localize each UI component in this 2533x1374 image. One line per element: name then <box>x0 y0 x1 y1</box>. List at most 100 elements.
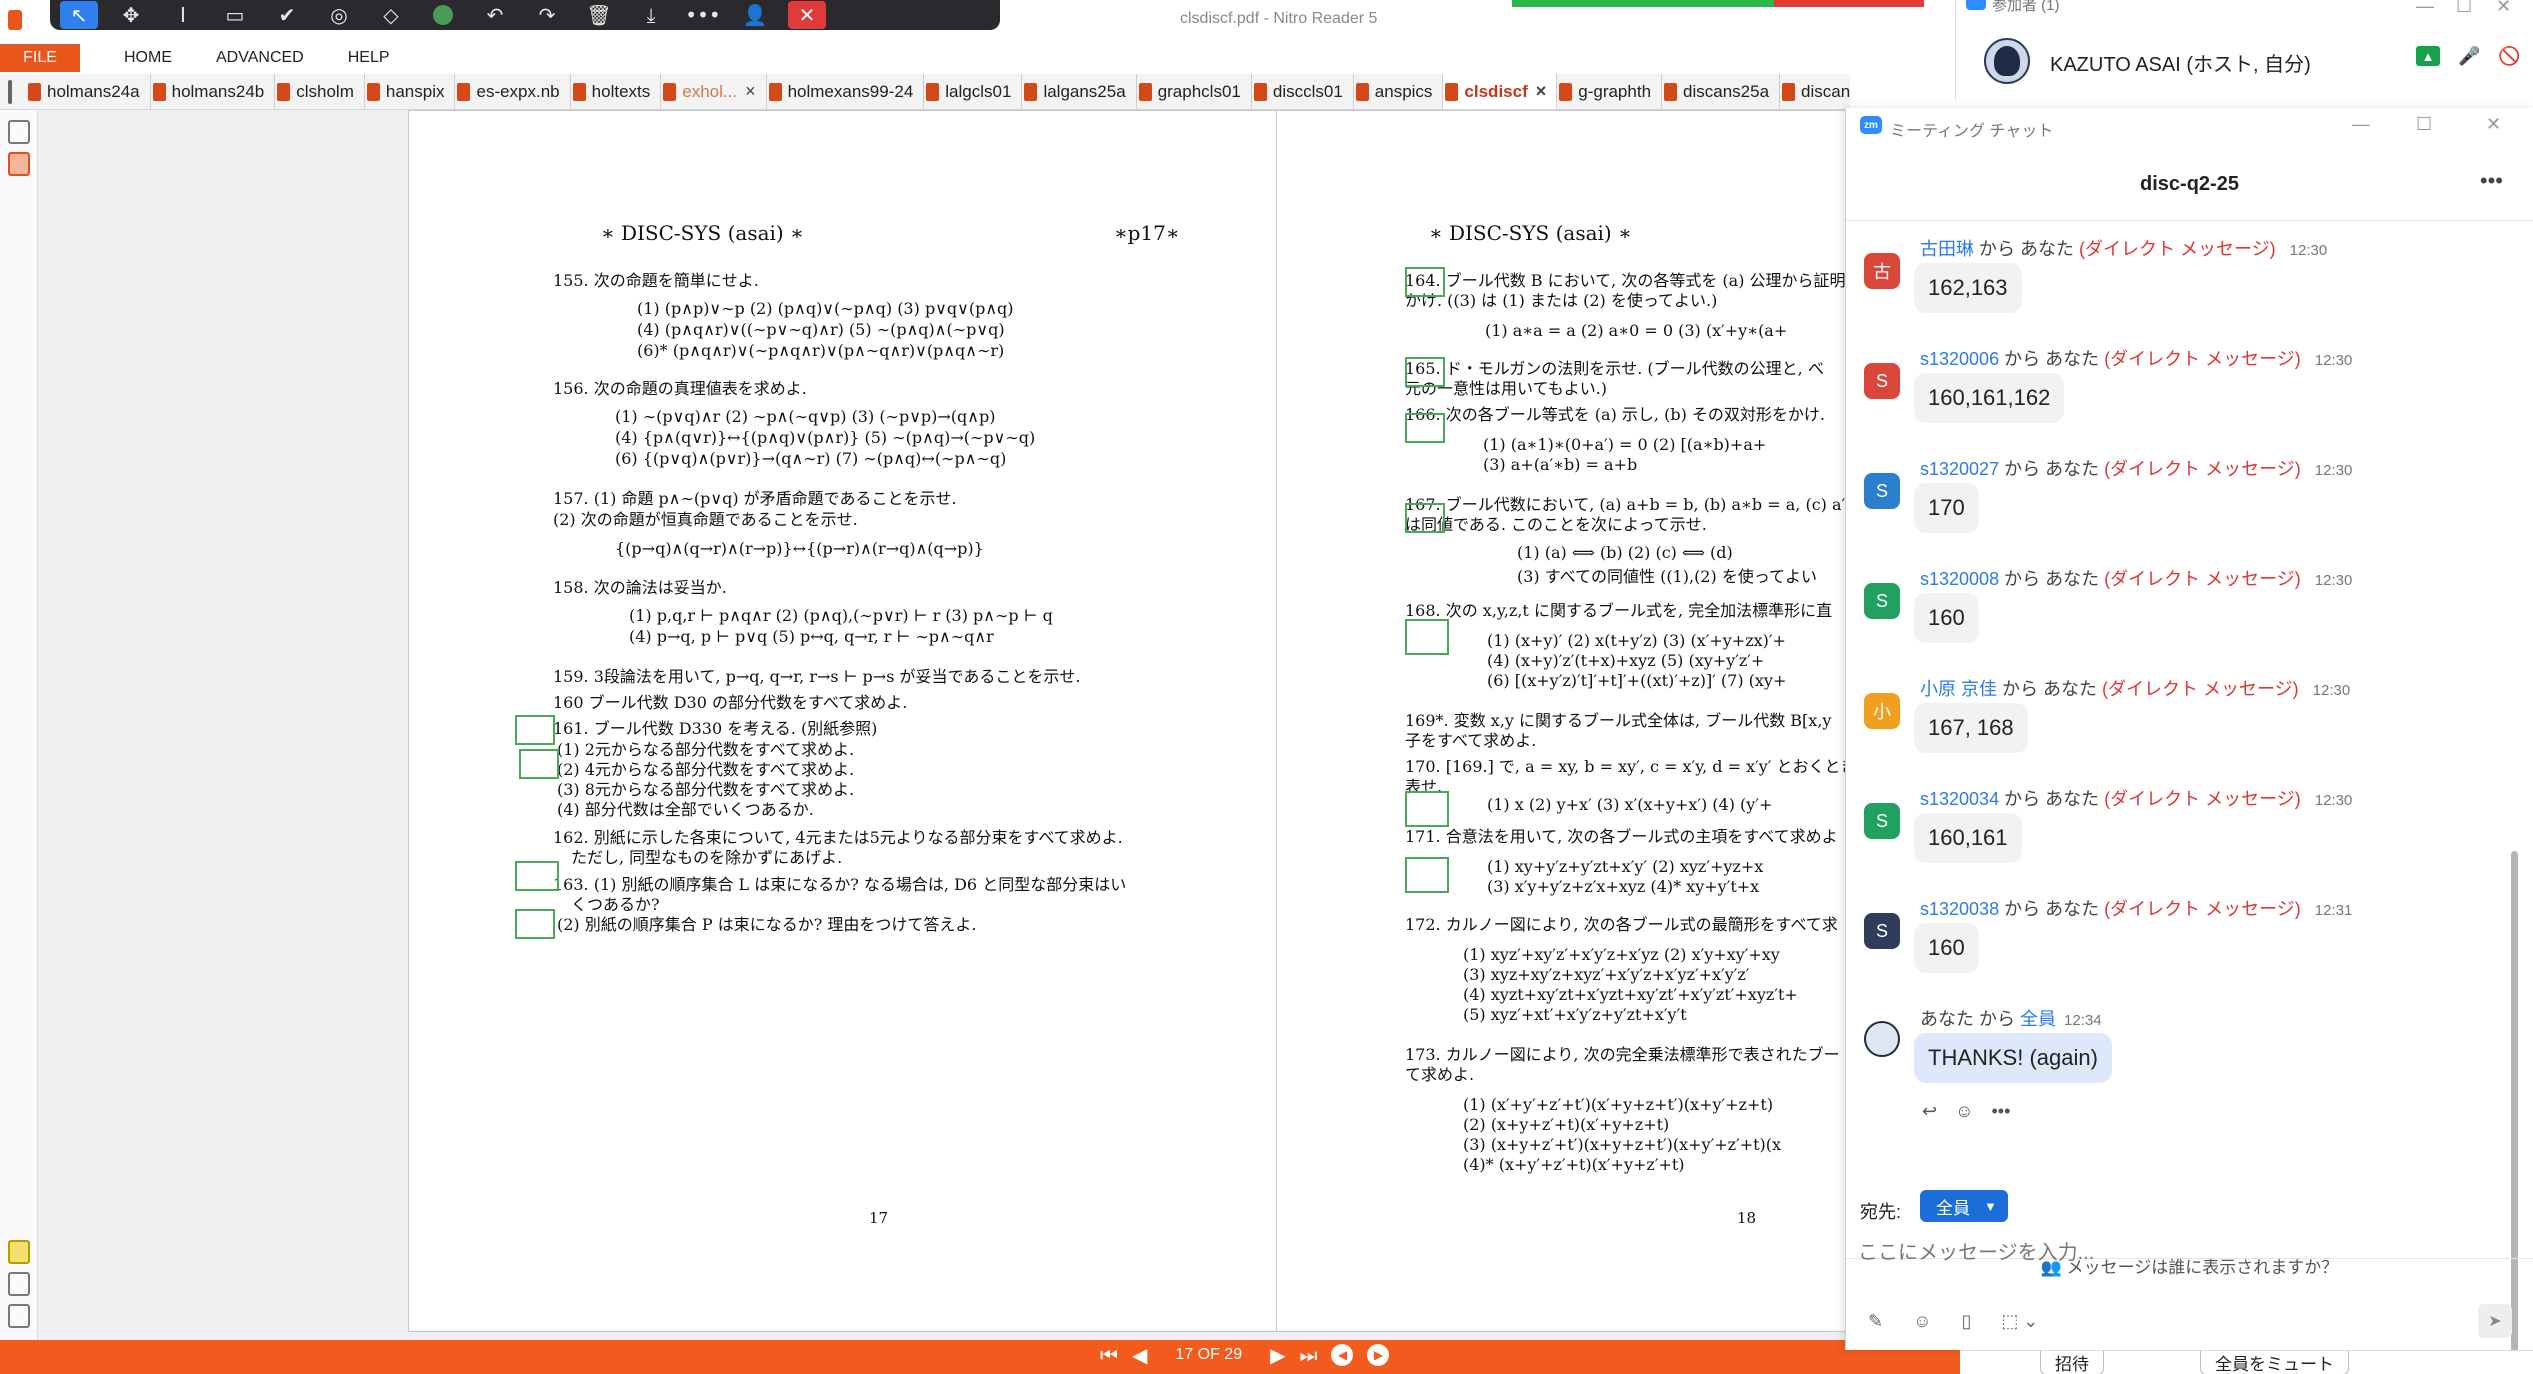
menu-help[interactable]: HELP <box>348 49 390 67</box>
tab-document[interactable]: holtexts <box>571 74 662 109</box>
eraser-icon[interactable]: ◇ <box>372 1 410 29</box>
sender-name[interactable]: 小原 京佳 <box>1920 679 1997 699</box>
close-window-icon[interactable]: ✕ <box>2496 0 2511 17</box>
attachments-panel-icon[interactable] <box>8 1272 30 1296</box>
annotation-box[interactable] <box>1405 357 1445 387</box>
message-bubble[interactable]: 167, 168 <box>1914 703 2028 753</box>
tab-document[interactable]: es-expx.nb <box>455 74 571 109</box>
trash-icon[interactable]: 🗑 <box>580 1 618 29</box>
sender-name[interactable]: s1320038 <box>1920 899 1999 919</box>
tab-document[interactable]: clsholm <box>275 74 365 109</box>
message-bubble[interactable]: 160,161 <box>1914 813 2022 863</box>
invite-button[interactable]: 招待 <box>2040 1351 2104 1374</box>
tab-document[interactable]: holmans24b <box>151 74 276 109</box>
text-cursor-icon[interactable]: I <box>164 1 202 29</box>
tab-document[interactable]: exhol... × <box>661 74 767 109</box>
back-view-icon[interactable]: ◀ <box>1331 1344 1354 1366</box>
menu-advanced[interactable]: ADVANCED <box>216 49 304 67</box>
select-arrow-icon[interactable]: ↖ <box>60 1 98 29</box>
reply-icon[interactable]: ↩ <box>1922 1101 1937 1122</box>
message-bubble[interactable]: 160,161,162 <box>1914 373 2065 423</box>
tab-document[interactable]: hanspix <box>365 74 456 109</box>
tab-document[interactable]: graphcls01 <box>1137 74 1252 109</box>
tab-document[interactable]: holmexans99-24 <box>767 74 925 109</box>
send-icon[interactable]: ➤ <box>2478 1304 2512 1338</box>
camera-off-icon[interactable]: 🚫 <box>2498 46 2520 67</box>
user-icon[interactable]: 👤 <box>736 1 774 29</box>
color-dot-icon[interactable] <box>424 1 462 29</box>
annotation-box[interactable] <box>519 749 559 779</box>
tab-document-active[interactable]: clsdiscf × <box>1443 74 1558 109</box>
tab-close-icon[interactable]: × <box>745 81 756 102</box>
format-icon[interactable]: ✎ <box>1868 1311 1883 1332</box>
annotation-box[interactable] <box>1405 267 1445 297</box>
sender-name[interactable]: s1320008 <box>1920 569 1999 589</box>
sender-name[interactable]: s1320034 <box>1920 789 1999 809</box>
last-page-icon[interactable]: ⏭ <box>1299 1343 1317 1367</box>
tab-list-icon[interactable] <box>8 79 12 104</box>
page-indicator[interactable]: 17 OF 29 <box>1175 1346 1242 1364</box>
annotation-box[interactable] <box>1405 619 1449 655</box>
sender-name[interactable]: s1320027 <box>1920 459 1999 479</box>
comments-panel-icon[interactable] <box>8 1240 30 1264</box>
tab-document[interactable]: anspics <box>1354 74 1444 109</box>
menu-home[interactable]: HOME <box>124 49 172 67</box>
tab-document[interactable]: discans25a <box>1662 74 1781 109</box>
file-icon[interactable]: ▯ <box>1961 1311 1971 1332</box>
chat-message-input[interactable] <box>1858 1233 2498 1273</box>
emoji-react-icon[interactable]: ☺ <box>1955 1101 1973 1122</box>
annotation-box[interactable] <box>1405 503 1445 533</box>
minimize-icon[interactable]: — <box>2416 0 2434 17</box>
sender-name[interactable]: s1320006 <box>1920 349 1999 369</box>
document-viewport[interactable]: ∗ DISC-SYS (asai) ∗ ∗p17∗ 155. 次の命題を簡単にせ… <box>38 110 1876 1340</box>
tab-close-icon[interactable]: × <box>1536 81 1547 102</box>
maximize-icon[interactable]: ☐ <box>2416 114 2432 135</box>
message-bubble[interactable]: 160 <box>1914 593 1979 643</box>
more-icon[interactable]: ••• <box>684 1 722 29</box>
undo-icon[interactable]: ↶ <box>476 1 514 29</box>
emoji-icon[interactable]: ☺ <box>1913 1311 1931 1332</box>
mute-all-button[interactable]: 全員をミュート <box>2200 1351 2349 1374</box>
chat-message-list[interactable]: 古 古田琳 から あなた (ダイレクト メッセージ) 12:30 162,163 … <box>1846 220 2533 1359</box>
more-actions-icon[interactable]: ••• <box>1991 1101 2010 1122</box>
pan-icon[interactable]: ✥ <box>112 1 150 29</box>
message-bubble[interactable]: 162,163 <box>1914 263 2022 313</box>
annotation-box[interactable] <box>515 715 555 745</box>
tab-document[interactable]: holmans24a <box>26 74 151 109</box>
screenshot-icon[interactable]: ⬚ ⌄ <box>2001 1311 2038 1332</box>
next-page-icon[interactable]: ▶ <box>1270 1343 1285 1367</box>
message-bubble[interactable]: THANKS! (again) <box>1914 1033 2112 1083</box>
tab-document[interactable]: lalgans25a <box>1022 74 1137 109</box>
first-page-icon[interactable]: ⏮ <box>1100 1343 1118 1367</box>
close-icon[interactable]: ✕ <box>788 1 826 29</box>
rectangle-icon[interactable]: ▭ <box>216 1 254 29</box>
redo-icon[interactable]: ↷ <box>528 1 566 29</box>
annotation-box[interactable] <box>515 909 555 939</box>
bookmarks-panel-icon[interactable] <box>8 152 30 176</box>
check-icon[interactable]: ✔ <box>268 1 306 29</box>
maximize-icon[interactable]: ☐ <box>2456 0 2472 17</box>
prev-page-icon[interactable]: ◀ <box>1132 1343 1147 1367</box>
pages-panel-icon[interactable] <box>8 120 30 144</box>
annotation-box[interactable] <box>515 861 559 891</box>
download-icon[interactable]: ⤓ <box>632 1 670 29</box>
minimize-icon[interactable]: — <box>2352 114 2370 135</box>
properties-panel-icon[interactable] <box>8 1304 30 1328</box>
tab-document[interactable]: discans <box>1780 74 1850 109</box>
annotation-box[interactable] <box>1405 857 1449 893</box>
chat-scrollbar[interactable] <box>2511 851 2518 1359</box>
stamp-icon[interactable]: ◎ <box>320 1 358 29</box>
message-bubble[interactable]: 170 <box>1914 483 1979 533</box>
tab-document[interactable]: g-graphth <box>1557 74 1663 109</box>
tab-document[interactable]: disccls01 <box>1252 74 1354 109</box>
microphone-icon[interactable]: 🎤 <box>2458 46 2480 67</box>
annotation-box[interactable] <box>1405 791 1449 827</box>
recipient-select[interactable]: 全員 ▼ <box>1920 1190 2008 1222</box>
close-window-icon[interactable]: ✕ <box>2486 114 2501 135</box>
forward-view-icon[interactable]: ▶ <box>1367 1344 1390 1366</box>
sender-name[interactable]: 古田琳 <box>1920 239 1974 259</box>
more-options-icon[interactable]: ••• <box>2480 168 2503 194</box>
message-bubble[interactable]: 160 <box>1914 923 1979 973</box>
annotation-box[interactable] <box>1405 413 1445 443</box>
recipient-everyone[interactable]: 全員 <box>2020 1009 2056 1029</box>
